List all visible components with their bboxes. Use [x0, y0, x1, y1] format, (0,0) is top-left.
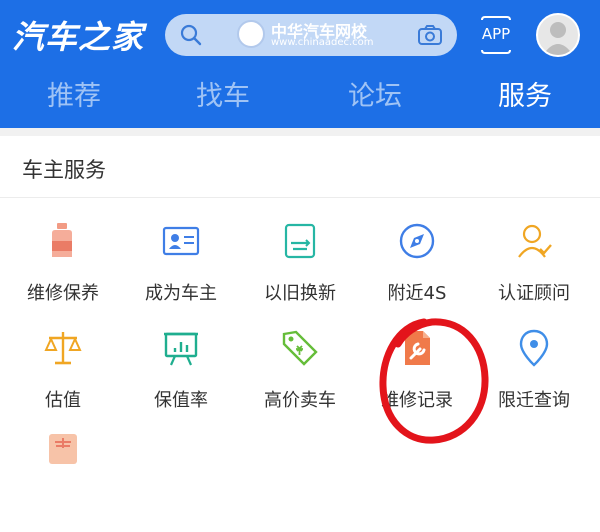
advisor-icon: [518, 224, 552, 258]
service-maintenance[interactable]: 维修保养: [3, 221, 123, 321]
tab-recommend[interactable]: 推荐: [19, 74, 129, 113]
partial-icon: [49, 434, 77, 464]
watermark: 中华汽车网校 www.chinaadec.com: [237, 18, 417, 52]
service-valuation[interactable]: 估值: [3, 328, 123, 428]
service-retention-rate[interactable]: 保值率: [121, 328, 241, 428]
service-label: 维修保养: [27, 283, 99, 304]
service-label: 限迁查询: [498, 390, 570, 411]
divider: [0, 197, 600, 198]
service-relocation-query[interactable]: 限迁查询: [474, 328, 594, 428]
service-certified-advisor[interactable]: 认证顾问: [474, 221, 594, 321]
service-become-owner[interactable]: 成为车主: [121, 221, 241, 321]
tab-service[interactable]: 服务: [470, 74, 580, 113]
search-icon: [180, 24, 202, 46]
scale-icon: [44, 332, 82, 365]
tab-forum[interactable]: 论坛: [320, 74, 430, 113]
compass-icon: [399, 223, 435, 259]
watermark-url: www.chinaadec.com: [271, 37, 374, 48]
app-download-button[interactable]: APP: [478, 16, 514, 54]
tab-find-car[interactable]: 找车: [168, 74, 278, 113]
red-annotation-circle: [379, 318, 489, 444]
id-card-icon: [162, 226, 200, 256]
service-label: 估值: [45, 390, 81, 411]
service-partial[interactable]: [3, 432, 123, 532]
user-avatar-icon: [543, 22, 573, 55]
service-trade-in[interactable]: 以旧换新: [240, 221, 360, 321]
price-tag-icon: [282, 330, 318, 366]
section-separator: [0, 128, 600, 136]
location-pin-icon: [519, 329, 549, 367]
top-header: 汽车之家 中华汽车网校 www.chinaadec.com APP 推荐 找车 …: [0, 0, 600, 128]
service-label: 以旧换新: [264, 283, 336, 304]
app-logo: 汽车之家: [12, 18, 145, 56]
app-label: APP: [481, 25, 511, 43]
service-label: 认证顾问: [498, 283, 570, 304]
service-label: 高价卖车: [264, 390, 336, 411]
oil-bottle-icon: [52, 223, 72, 257]
service-nearby-4s[interactable]: 附近4S: [357, 221, 477, 321]
avatar[interactable]: [536, 13, 580, 57]
trade-in-icon: [284, 223, 316, 259]
main-tabs: 推荐 找车 论坛 服务: [0, 74, 600, 118]
search-bar[interactable]: 中华汽车网校 www.chinaadec.com: [165, 14, 457, 56]
service-sell-high[interactable]: 高价卖车: [240, 328, 360, 428]
service-label: 附近4S: [387, 283, 447, 304]
presentation-board-icon: [164, 332, 198, 366]
watermark-seal-icon: [237, 20, 265, 48]
service-label: 成为车主: [145, 283, 217, 304]
section-title: 车主服务: [22, 158, 106, 182]
service-label: 保值率: [154, 390, 208, 411]
camera-icon[interactable]: [417, 23, 443, 47]
